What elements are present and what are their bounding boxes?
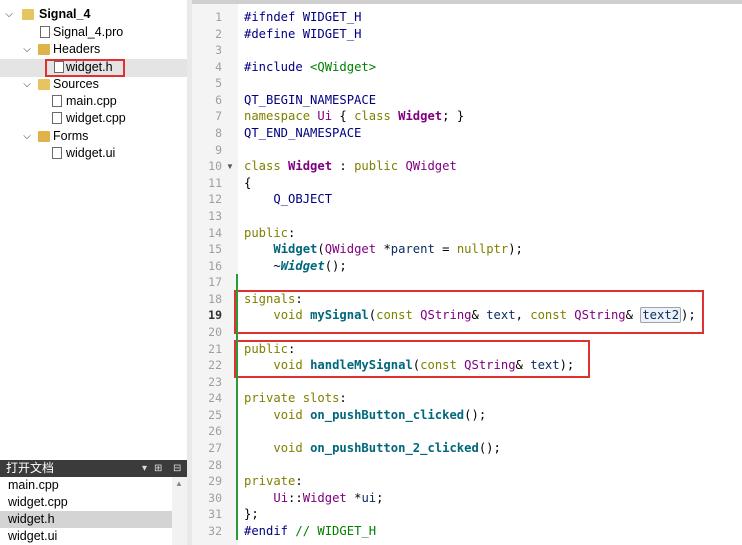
line-number: 8	[215, 126, 222, 140]
cpp-file-icon	[52, 112, 62, 124]
change-marker	[236, 274, 238, 390]
tree-headers-label: Headers	[53, 42, 101, 56]
line-number: 16	[208, 259, 222, 273]
ui-file-icon	[52, 147, 62, 159]
code-line[interactable]: #include <QWidget>	[244, 59, 376, 76]
widget-h-red-annotation	[45, 59, 125, 77]
code-line[interactable]: Q_OBJECT	[244, 191, 332, 208]
editor-top-bar	[192, 0, 742, 4]
code-line[interactable]: };	[244, 506, 259, 523]
code-line[interactable]: void mySignal(const QString& text, const…	[244, 307, 696, 324]
line-number: 14	[208, 226, 222, 240]
line-number: 11	[208, 176, 222, 190]
project-folder-icon	[22, 9, 34, 20]
chevron-down-icon[interactable]: ⌵	[22, 41, 32, 58]
line-number: 4	[215, 60, 222, 74]
line-number: 18	[208, 292, 222, 306]
line-number: 20	[208, 325, 222, 339]
cpp-file-icon	[52, 95, 62, 107]
line-number: 9	[215, 143, 222, 157]
code-line[interactable]: ~Widget();	[244, 258, 346, 275]
line-number: 31	[208, 507, 222, 521]
project-tree: ⌵ Signal_4 Signal_4.pro ⌵ Headers widget…	[0, 0, 187, 457]
line-number: 32	[208, 524, 222, 538]
line-number: 21	[208, 342, 222, 356]
code-line[interactable]: #ifndef WIDGET_H	[244, 9, 361, 26]
code-line[interactable]: signals:	[244, 291, 303, 308]
dropdown-icon[interactable]: ▾	[142, 460, 147, 477]
code-line[interactable]: #endif // WIDGET_H	[244, 523, 376, 540]
line-number: 10	[208, 159, 222, 173]
line-number: 6	[215, 93, 222, 107]
tree-pro-file-label: Signal_4.pro	[53, 25, 124, 39]
change-marker	[236, 390, 238, 540]
code-line[interactable]: void handleMySignal(const QString& text)…	[244, 357, 574, 374]
line-number: 12	[208, 192, 222, 206]
tree-widget-cpp-label: widget.cpp	[66, 111, 126, 125]
line-number: 7	[215, 109, 222, 123]
line-number: 3	[215, 43, 222, 57]
code-line[interactable]: public:	[244, 341, 295, 358]
line-number: 2	[215, 27, 222, 41]
tree-main-cpp-label: main.cpp	[66, 94, 117, 108]
code-line[interactable]: void on_pushButton_clicked();	[244, 407, 486, 424]
open-documents-list: main.cpp widget.cpp widget.h widget.ui	[0, 477, 187, 545]
chevron-down-icon[interactable]: ⌵	[22, 128, 32, 145]
line-number: 19	[208, 308, 222, 322]
scroll-up-icon[interactable]: ▲	[175, 479, 183, 488]
open-doc-item[interactable]: widget.ui	[0, 528, 172, 545]
fold-marker-icon[interactable]: ▼	[226, 158, 234, 175]
tree-sources-label: Sources	[53, 77, 99, 91]
code-line[interactable]: private:	[244, 473, 303, 490]
line-number: 29	[208, 474, 222, 488]
code-line[interactable]: void on_pushButton_2_clicked();	[244, 440, 500, 457]
line-number: 26	[208, 424, 222, 438]
line-number: 25	[208, 408, 222, 422]
code-line[interactable]: Widget(QWidget *parent = nullptr);	[244, 241, 523, 258]
tree-widget-ui-label: widget.ui	[66, 146, 116, 160]
tree-forms-label: Forms	[53, 129, 89, 143]
line-number: 30	[208, 491, 222, 505]
open-documents-title: 打开文档	[6, 461, 55, 475]
code-line[interactable]: {	[244, 175, 251, 192]
open-doc-item[interactable]: main.cpp	[0, 477, 172, 494]
line-number: 24	[208, 391, 222, 405]
close-panel-icon[interactable]: ⊟	[173, 460, 181, 477]
code-line[interactable]: Ui::Widget *ui;	[244, 490, 383, 507]
line-number: 13	[208, 209, 222, 223]
code-line[interactable]: QT_END_NAMESPACE	[244, 125, 361, 142]
headers-folder-icon	[38, 44, 50, 55]
line-number: 23	[208, 375, 222, 389]
line-number: 15	[208, 242, 222, 256]
line-number: 17	[208, 275, 222, 289]
code-line[interactable]: #define WIDGET_H	[244, 26, 361, 43]
code-line[interactable]: private slots:	[244, 390, 347, 407]
line-number: 22	[208, 358, 222, 372]
open-doc-item[interactable]: widget.cpp	[0, 494, 172, 511]
chevron-down-icon[interactable]: ⌵	[4, 6, 14, 23]
open-documents-scrollbar[interactable]: ▲	[172, 477, 187, 545]
code-line[interactable]: namespace Ui { class Widget; }	[244, 108, 464, 125]
tree-project-label: Signal_4	[39, 7, 91, 21]
line-number: 1	[215, 10, 222, 24]
line-number: 28	[208, 458, 222, 472]
forms-folder-icon	[38, 131, 50, 142]
chevron-down-icon[interactable]: ⌵	[22, 76, 32, 93]
line-number: 5	[215, 76, 222, 90]
split-icon[interactable]: ⊞	[154, 460, 162, 477]
open-doc-item-active[interactable]: widget.h	[0, 511, 172, 528]
code-line[interactable]: public:	[244, 225, 295, 242]
sources-folder-icon	[38, 79, 50, 90]
code-line[interactable]: QT_BEGIN_NAMESPACE	[244, 92, 376, 109]
open-documents-header: 打开文档 ▾ ⊞ ⊟	[0, 460, 187, 477]
line-number: 27	[208, 441, 222, 455]
code-line[interactable]: class Widget : public QWidget	[244, 158, 457, 175]
pro-file-icon	[40, 26, 50, 38]
